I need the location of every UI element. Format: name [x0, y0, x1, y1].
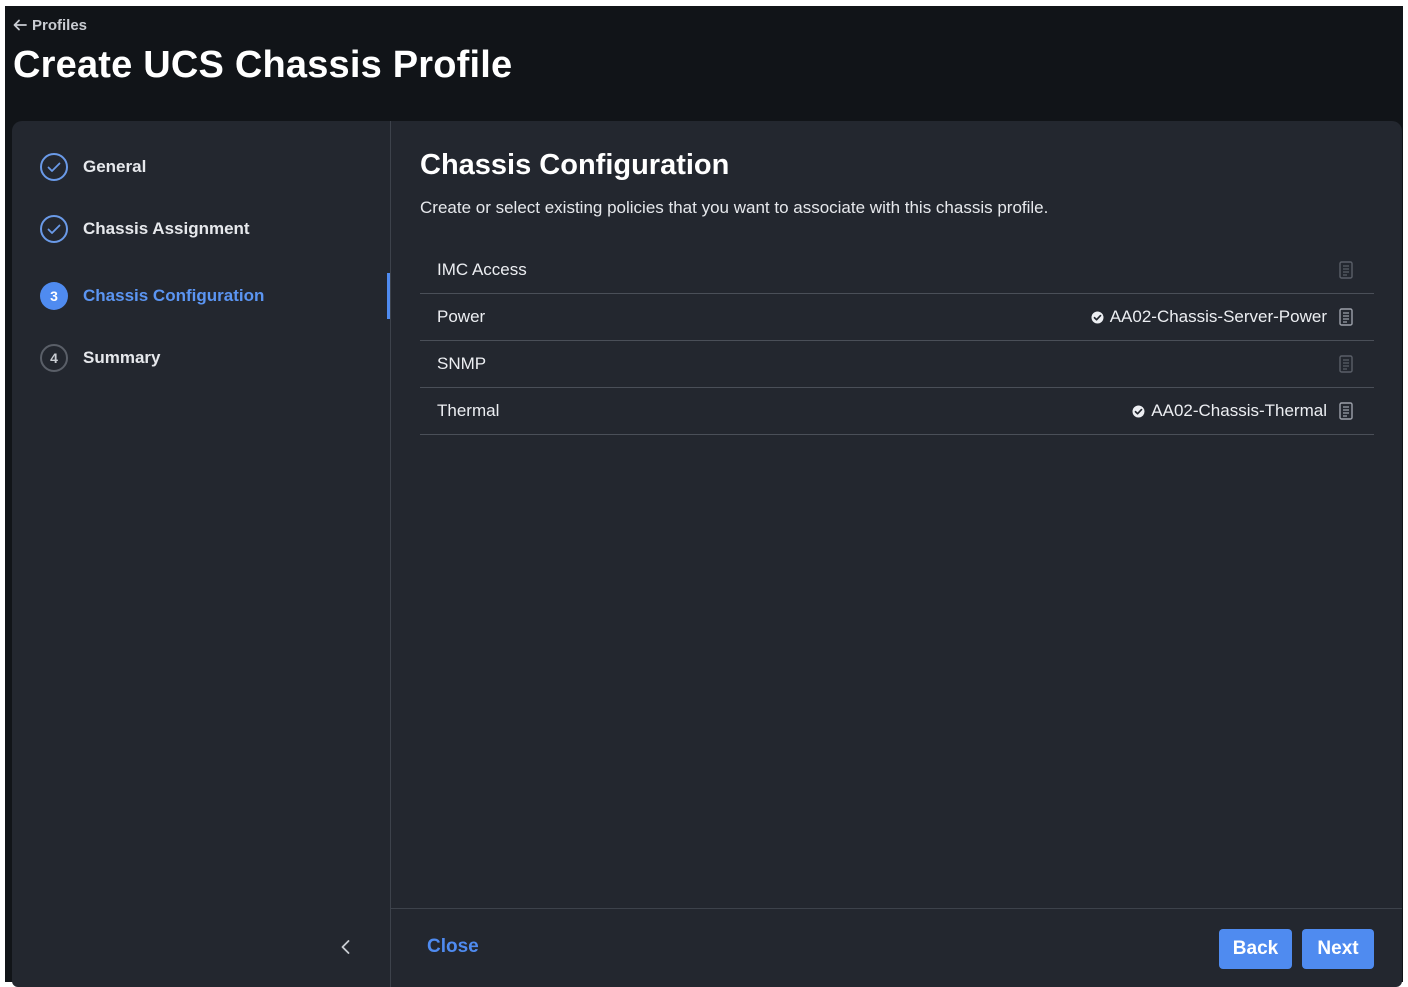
- close-button[interactable]: Close: [427, 936, 479, 958]
- step-label: Summary: [83, 348, 161, 367]
- policy-list: IMC Access Power AA02-Chassis-Server-Pow…: [420, 247, 1374, 435]
- next-button[interactable]: Next: [1302, 929, 1374, 969]
- step-chassis-configuration[interactable]: 3 Chassis Configuration: [40, 281, 264, 311]
- collapse-sidebar-button[interactable]: [334, 935, 356, 959]
- policy-name: SNMP: [437, 354, 487, 373]
- page-title: Create UCS Chassis Profile: [13, 44, 513, 86]
- assigned-policy[interactable]: AA02-Chassis-Server-Power: [1091, 307, 1327, 327]
- check-circle-icon: [40, 215, 68, 243]
- document-icon[interactable]: [1339, 308, 1353, 326]
- document-icon[interactable]: [1339, 261, 1353, 279]
- document-icon[interactable]: [1339, 355, 1353, 373]
- policy-name: IMC Access: [437, 260, 527, 279]
- policy-actions: AA02-Chassis-Thermal: [1132, 388, 1353, 434]
- check-badge-icon: [1132, 405, 1145, 417]
- section-title: Chassis Configuration: [420, 149, 730, 181]
- policy-name: Thermal: [437, 401, 500, 420]
- step-number-badge: 3: [40, 282, 68, 310]
- wizard-footer: Close Back Next: [391, 908, 1402, 987]
- section-description: Create or select existing policies that …: [420, 198, 1049, 217]
- step-label: Chassis Assignment: [83, 219, 250, 238]
- policy-name: Power: [437, 307, 486, 326]
- check-badge-icon: [1091, 311, 1104, 323]
- step-summary[interactable]: 4 Summary: [40, 343, 160, 373]
- main-content: Chassis Configuration Create or select e…: [391, 121, 1402, 987]
- assigned-policy-name: AA02-Chassis-Server-Power: [1109, 307, 1327, 326]
- policy-actions: AA02-Chassis-Server-Power: [1091, 294, 1353, 340]
- active-step-indicator: [387, 273, 390, 319]
- back-link-label: Profiles: [32, 16, 88, 34]
- document-icon[interactable]: [1339, 402, 1353, 420]
- policy-row-power[interactable]: Power AA02-Chassis-Server-Power: [420, 294, 1374, 341]
- step-number-badge: 4: [40, 344, 68, 372]
- step-label: General: [83, 157, 147, 176]
- wizard-panel: General Chassis Assignment 3 Chassis Con…: [12, 121, 1402, 987]
- wizard-steps-sidebar: General Chassis Assignment 3 Chassis Con…: [12, 121, 391, 987]
- policy-actions: [1339, 341, 1353, 387]
- chevron-left-icon: [341, 940, 349, 954]
- policy-row-thermal[interactable]: Thermal AA02-Chassis-Thermal: [420, 388, 1374, 435]
- policy-row-imc-access[interactable]: IMC Access: [420, 247, 1374, 294]
- step-label: Chassis Configuration: [83, 286, 265, 305]
- assigned-policy-name: AA02-Chassis-Thermal: [1151, 401, 1327, 420]
- check-circle-icon: [40, 153, 68, 181]
- policy-row-snmp[interactable]: SNMP: [420, 341, 1374, 388]
- assigned-policy[interactable]: AA02-Chassis-Thermal: [1132, 401, 1327, 421]
- arrow-left-icon: [13, 19, 27, 31]
- back-to-profiles-link[interactable]: Profiles: [13, 16, 87, 34]
- step-chassis-assignment[interactable]: Chassis Assignment: [40, 214, 250, 244]
- policy-actions: [1339, 247, 1353, 293]
- app-window: Profiles Create UCS Chassis Profile Gene…: [5, 6, 1403, 987]
- step-general[interactable]: General: [40, 152, 146, 182]
- back-button[interactable]: Back: [1219, 929, 1292, 969]
